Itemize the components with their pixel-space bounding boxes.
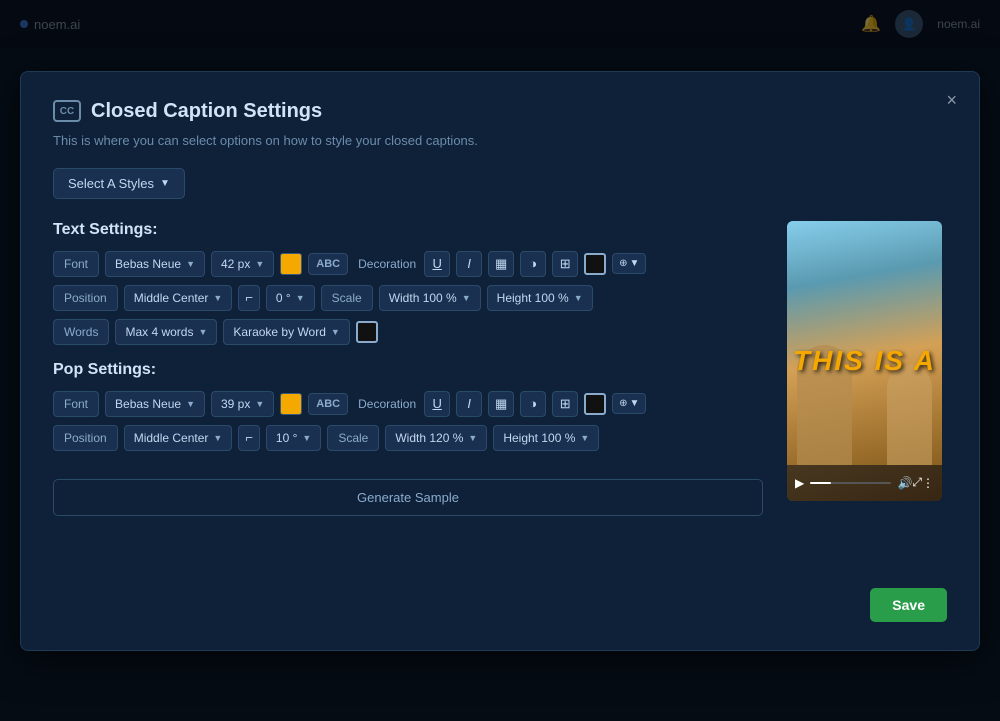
pop-settings-heading: Pop Settings:: [53, 361, 763, 379]
pop-bg-color-swatch[interactable]: [584, 393, 606, 415]
pop-color-swatch[interactable]: [280, 393, 302, 415]
text-font-dropdown[interactable]: Bebas Neue ▼: [105, 251, 205, 277]
pop-font-label: Font: [53, 391, 99, 417]
text-color-swatch[interactable]: [280, 253, 302, 275]
chevron-down-icon: ▼: [255, 399, 264, 409]
select-styles-button[interactable]: Select A Styles ▼: [53, 168, 185, 199]
text-maxwords-dropdown[interactable]: Max 4 words ▼: [115, 319, 217, 345]
pop-height-dropdown[interactable]: Height 100 % ▼: [493, 425, 599, 451]
video-background: THIS IS A: [787, 221, 942, 501]
text-fontsize-dropdown[interactable]: 42 px ▼: [211, 251, 274, 277]
text-karaoke-color-swatch[interactable]: [356, 321, 378, 343]
pop-rotation-icon[interactable]: ⌐: [238, 425, 260, 451]
chevron-down-icon: ▼: [331, 327, 340, 337]
modal-body: Text Settings: Font Bebas Neue ▼ 42 px ▼: [53, 221, 947, 516]
video-controls: ▶ 🔊 ⤢ ⋮: [787, 465, 942, 501]
text-rotation-icon[interactable]: ⌐: [238, 285, 260, 311]
expand-icon[interactable]: ⤢: [912, 475, 922, 490]
pop-font-row: Font Bebas Neue ▼ 39 px ▼ ABC Decoration…: [53, 391, 763, 417]
pop-settings-section: Pop Settings: Font Bebas Neue ▼ 39 px ▼: [53, 361, 763, 451]
text-settings-heading: Text Settings:: [53, 221, 763, 239]
text-globe-button[interactable]: ⊕ ▼: [612, 253, 646, 274]
text-scale-label: Scale: [321, 285, 373, 311]
modal-subtitle: This is where you can select options on …: [53, 133, 947, 148]
pop-decoration-label: Decoration: [358, 397, 416, 411]
chevron-down-icon: ▼: [630, 398, 640, 409]
text-strikethrough-button[interactable]: ▦: [488, 251, 514, 277]
cc-icon: CC: [53, 100, 81, 122]
pop-width-dropdown[interactable]: Width 120 % ▼: [385, 425, 487, 451]
text-font-label: Font: [53, 251, 99, 277]
text-bg-color-swatch[interactable]: [584, 253, 606, 275]
text-abc-button[interactable]: ABC: [308, 253, 348, 275]
pop-position-row: Position Middle Center ▼ ⌐ 10 ° ▼ Scale …: [53, 425, 763, 451]
video-preview: THIS IS A ▶ 🔊 ⤢ ⋮: [787, 221, 942, 501]
text-italic-button[interactable]: I: [456, 251, 482, 277]
modal-overlay: CC Closed Caption Settings × This is whe…: [0, 0, 1000, 721]
chevron-down-icon: ▼: [574, 293, 583, 303]
text-position-label: Position: [53, 285, 118, 311]
chevron-down-icon: ▼: [255, 259, 264, 269]
text-position-dropdown[interactable]: Middle Center ▼: [124, 285, 233, 311]
pop-circle-half-button[interactable]: ◑: [520, 391, 546, 417]
pop-split-button[interactable]: ⊞: [552, 391, 578, 417]
save-button[interactable]: Save: [870, 588, 947, 622]
pop-strikethrough-button[interactable]: ▦: [488, 391, 514, 417]
text-position-row: Position Middle Center ▼ ⌐ 0 ° ▼ Scale W…: [53, 285, 763, 311]
chevron-down-icon: ▼: [186, 259, 195, 269]
settings-panel: Text Settings: Font Bebas Neue ▼ 42 px ▼: [53, 221, 763, 516]
chevron-down-icon: ▼: [160, 178, 170, 189]
generate-sample-button[interactable]: Generate Sample: [53, 479, 763, 516]
text-underline-button[interactable]: U: [424, 251, 450, 277]
pop-italic-button[interactable]: I: [456, 391, 482, 417]
pop-globe-button[interactable]: ⊕ ▼: [612, 393, 646, 414]
text-font-row: Font Bebas Neue ▼ 42 px ▼ ABC Decoration…: [53, 251, 763, 277]
modal-header: CC Closed Caption Settings: [53, 100, 947, 123]
text-circle-half-button[interactable]: ◑: [520, 251, 546, 277]
chevron-down-icon: ▼: [580, 433, 589, 443]
text-rotation-dropdown[interactable]: 0 ° ▼: [266, 285, 315, 311]
video-preview-panel: THIS IS A ▶ 🔊 ⤢ ⋮: [787, 221, 947, 516]
text-decoration-label: Decoration: [358, 257, 416, 271]
pop-position-dropdown[interactable]: Middle Center ▼: [124, 425, 233, 451]
chevron-down-icon: ▼: [296, 293, 305, 303]
text-split-button[interactable]: ⊞: [552, 251, 578, 277]
modal-close-button[interactable]: ×: [946, 90, 957, 111]
video-progress-fill: [810, 482, 830, 484]
pop-position-label: Position: [53, 425, 118, 451]
pop-scale-label: Scale: [327, 425, 379, 451]
pop-abc-button[interactable]: ABC: [308, 393, 348, 415]
play-icon[interactable]: ▶: [795, 476, 804, 490]
pop-underline-button[interactable]: U: [424, 391, 450, 417]
modal-title: Closed Caption Settings: [91, 100, 322, 123]
chevron-down-icon: ▼: [630, 258, 640, 269]
video-progress-bar[interactable]: [810, 482, 891, 484]
text-words-row: Words Max 4 words ▼ Karaoke by Word ▼: [53, 319, 763, 345]
chevron-down-icon: ▼: [186, 399, 195, 409]
closed-caption-modal: CC Closed Caption Settings × This is whe…: [20, 71, 980, 651]
chevron-down-icon: ▼: [462, 293, 471, 303]
text-karaoke-dropdown[interactable]: Karaoke by Word ▼: [223, 319, 349, 345]
volume-icon[interactable]: 🔊: [897, 476, 912, 490]
chevron-down-icon: ▼: [213, 293, 222, 303]
chevron-down-icon: ▼: [198, 327, 207, 337]
chevron-down-icon: ▼: [468, 433, 477, 443]
pop-fontsize-dropdown[interactable]: 39 px ▼: [211, 391, 274, 417]
chevron-down-icon: ▼: [302, 433, 311, 443]
chevron-down-icon: ▼: [213, 433, 222, 443]
more-icon[interactable]: ⋮: [922, 476, 934, 490]
video-caption-text: THIS IS A: [793, 345, 936, 377]
text-settings-section: Text Settings: Font Bebas Neue ▼ 42 px ▼: [53, 221, 763, 345]
text-width-dropdown[interactable]: Width 100 % ▼: [379, 285, 481, 311]
pop-font-dropdown[interactable]: Bebas Neue ▼: [105, 391, 205, 417]
text-words-label: Words: [53, 319, 109, 345]
pop-rotation-dropdown[interactable]: 10 ° ▼: [266, 425, 321, 451]
text-height-dropdown[interactable]: Height 100 % ▼: [487, 285, 593, 311]
